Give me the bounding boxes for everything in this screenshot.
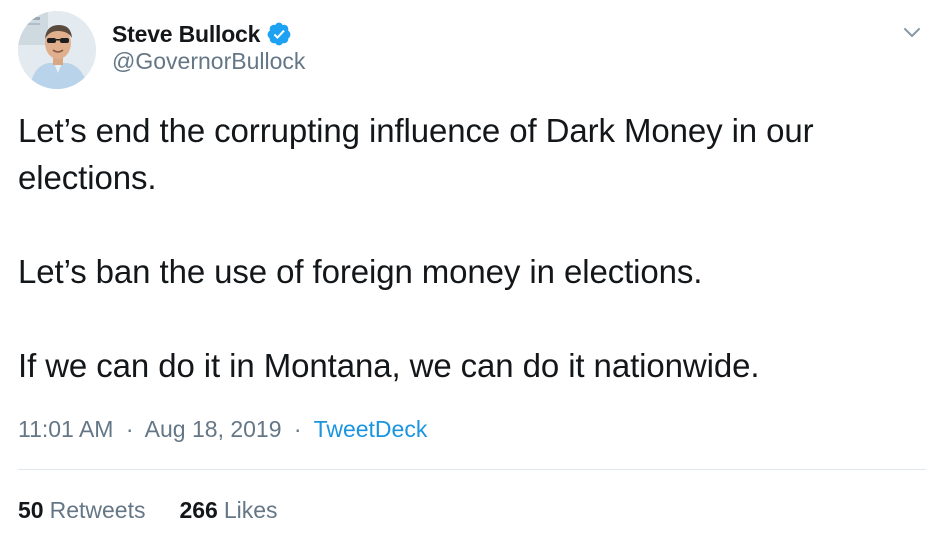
tweet-text-line: If we can do it in Montana, we can do it…: [18, 347, 760, 384]
separator: ·: [125, 416, 134, 442]
tweet-text-line: elections.: [18, 159, 157, 196]
verified-badge-icon: [266, 21, 292, 47]
tweet-text-line: Let’s end the corrupting influence of Da…: [18, 112, 814, 149]
divider: [18, 469, 926, 470]
tweet-source-link[interactable]: TweetDeck: [314, 416, 428, 442]
likes-count: 266: [179, 497, 218, 523]
retweets-label: Retweets: [49, 497, 146, 523]
tweet-time[interactable]: 11:01 AM: [18, 416, 113, 442]
avatar-image: [18, 11, 96, 89]
tweet-metadata: 11:01 AM · Aug 18, 2019 · TweetDeck: [18, 416, 427, 443]
separator: ·: [293, 416, 302, 442]
author-name-row: Steve Bullock: [112, 18, 292, 50]
tweet-stats: 50 Retweets 266 Likes: [18, 497, 312, 524]
author-handle[interactable]: @GovernorBullock: [112, 48, 305, 75]
retweets-stat[interactable]: 50 Retweets: [18, 497, 145, 524]
avatar[interactable]: [18, 11, 96, 89]
tweet-date[interactable]: Aug 18, 2019: [145, 416, 282, 442]
tweet-text: Let’s end the corrupting influence of Da…: [18, 107, 933, 389]
likes-stat[interactable]: 266 Likes: [179, 497, 277, 524]
tweet-text-line: Let’s ban the use of foreign money in el…: [18, 253, 703, 290]
author-display-name[interactable]: Steve Bullock: [112, 21, 260, 48]
tweet-card: Steve Bullock @GovernorBullock Let’s end…: [0, 0, 946, 544]
likes-label: Likes: [223, 497, 278, 523]
retweets-count: 50: [18, 497, 44, 523]
chevron-down-icon[interactable]: [900, 20, 924, 44]
